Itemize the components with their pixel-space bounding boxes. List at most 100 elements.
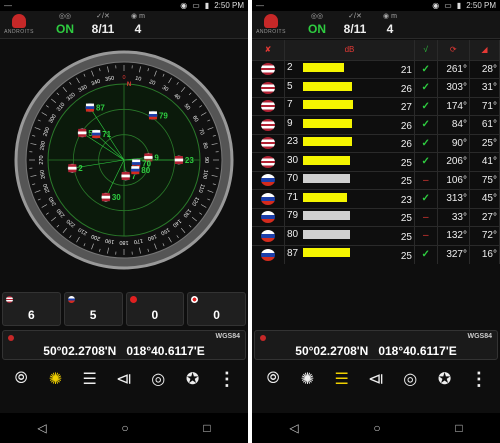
table-row[interactable]: 80 25–132° 72° bbox=[252, 226, 500, 245]
table-row[interactable]: 23 26 ✓ 90° 25° bbox=[252, 133, 500, 153]
ru-flag-icon bbox=[261, 174, 275, 187]
signal-cell: 30 25 bbox=[284, 152, 415, 171]
elevation-cell: 41° bbox=[469, 152, 500, 171]
battery-icon: ▮ bbox=[456, 1, 462, 10]
signal-list-icon[interactable]: ☰ bbox=[78, 367, 102, 391]
overflow-menu-icon[interactable]: ⋮ bbox=[215, 367, 239, 391]
logo-text: ANDROITS bbox=[256, 29, 286, 35]
compass-icon[interactable]: ⦾ bbox=[261, 367, 285, 391]
table-row[interactable]: 7 27 ✓ 174° 71° bbox=[252, 96, 500, 116]
back-icon[interactable]: ◁ bbox=[37, 421, 46, 435]
satellite-id: 23 bbox=[287, 136, 299, 148]
globe-icon[interactable]: ◎ bbox=[146, 367, 170, 391]
signal-bar bbox=[303, 118, 352, 128]
recents-icon[interactable]: □ bbox=[203, 421, 210, 435]
signal-cell: 23 26 bbox=[284, 133, 415, 153]
used-cell: ✓ bbox=[414, 244, 438, 264]
gps-status: ◎◎ ON bbox=[52, 12, 78, 36]
us-flag-icon bbox=[6, 296, 13, 303]
table-row[interactable]: 71 23 ✓ 313° 45° bbox=[252, 189, 500, 208]
degree-label: 10 bbox=[135, 76, 142, 83]
signal-bar bbox=[303, 248, 350, 258]
elevation-cell: 61° bbox=[469, 115, 500, 134]
datum-label: WGS84 bbox=[467, 333, 492, 340]
elevation-cell: 25° bbox=[469, 133, 500, 153]
signal-bar bbox=[303, 63, 344, 73]
signal-db: 26 bbox=[400, 83, 412, 95]
azimuth-cell: 303° bbox=[437, 78, 470, 97]
table-row[interactable]: 79 25–33° 27° bbox=[252, 207, 500, 227]
degree-label: 270 bbox=[39, 155, 45, 164]
overflow-menu-icon[interactable]: ⋮ bbox=[467, 367, 491, 391]
satellite-id-label: 2 bbox=[78, 164, 83, 173]
map-pin-icon[interactable]: ✪ bbox=[181, 367, 205, 391]
android-icon bbox=[264, 14, 278, 28]
signal-bar bbox=[303, 155, 350, 165]
signal-list-icon[interactable]: ☰ bbox=[330, 367, 354, 391]
signal-db: 26 bbox=[400, 120, 412, 132]
db-column-header[interactable]: dB bbox=[284, 40, 415, 60]
azimuth-cell: 132° bbox=[437, 226, 470, 245]
azimuth-column-icon[interactable]: ⟳ bbox=[437, 40, 470, 60]
azimuth-cell: 33° bbox=[437, 207, 470, 227]
used-column-header[interactable]: √ bbox=[414, 40, 438, 60]
globe-icon[interactable]: ◎ bbox=[398, 367, 422, 391]
azimuth-cell: 261° bbox=[437, 59, 470, 79]
table-row[interactable]: 87 25 ✓ 327° 16° bbox=[252, 244, 500, 264]
satellite-flag-bottom bbox=[148, 116, 157, 120]
us-flag-icon bbox=[261, 118, 275, 131]
elevation-cell: 28° bbox=[469, 59, 500, 79]
recents-icon[interactable]: □ bbox=[455, 421, 462, 435]
satellite-id: 5 bbox=[287, 80, 293, 92]
compass-icon[interactable]: ⦾ bbox=[9, 367, 33, 391]
signal-bar bbox=[303, 229, 350, 239]
home-icon[interactable]: ○ bbox=[121, 421, 128, 435]
table-row[interactable]: 9 26 ✓ 84° 61° bbox=[252, 115, 500, 134]
table-row[interactable]: 30 25 ✓ 206° 41° bbox=[252, 152, 500, 171]
bottom-toolbar: ⦾ ✺ ☰ ⧏ ◎ ✪ ⋮ bbox=[0, 364, 248, 394]
accuracy: ◉ m 4 bbox=[378, 12, 402, 36]
qzss-count: 0 bbox=[213, 308, 220, 322]
signal-bar bbox=[303, 81, 352, 91]
satellite-id-label: 71 bbox=[102, 130, 111, 139]
table-row[interactable]: 5 26 ✓ 303° 31° bbox=[252, 78, 500, 97]
table-row[interactable]: 2 21 ✓ 261° 28° bbox=[252, 59, 500, 79]
radar-view-icon[interactable]: ✺ bbox=[295, 367, 319, 391]
location-panel[interactable]: WGS84 50°02.2708'N 018°40.6117'E bbox=[2, 330, 246, 360]
satellite-flag-cell bbox=[252, 96, 285, 116]
satellite-flag-cell bbox=[252, 78, 285, 97]
elevation-cell: 16° bbox=[469, 244, 500, 264]
location-dot-icon bbox=[260, 335, 266, 341]
location-panel[interactable]: WGS84 50°02.2708'N 018°40.6117'E bbox=[254, 330, 498, 360]
satellite-id: 70 bbox=[287, 173, 299, 185]
sats-used-icon: ✓/✕ bbox=[348, 13, 362, 20]
app-logo[interactable]: ANDROITS bbox=[256, 14, 286, 36]
back-icon[interactable]: ◁ bbox=[289, 421, 298, 435]
app-logo[interactable]: ANDROITS bbox=[4, 14, 34, 36]
satellite-flag-bottom bbox=[68, 169, 77, 173]
used-check-icon: ✓ bbox=[421, 63, 430, 75]
signal-bar bbox=[303, 100, 353, 110]
satellite-flag-top bbox=[121, 171, 130, 175]
satellite-id-label: 23 bbox=[185, 156, 194, 165]
walking-icon[interactable]: ⧏ bbox=[112, 367, 136, 391]
satellite-column-icon[interactable]: ✘ bbox=[252, 40, 285, 60]
gps-count-box: 6 bbox=[2, 292, 61, 326]
walking-icon[interactable]: ⧏ bbox=[364, 367, 388, 391]
map-pin-icon[interactable]: ✪ bbox=[433, 367, 457, 391]
satellite-id: 30 bbox=[287, 154, 299, 166]
satellite-flag-cell bbox=[252, 244, 285, 264]
satellite-flag-top bbox=[92, 130, 101, 133]
ru-flag-icon bbox=[67, 296, 75, 303]
north-label: N bbox=[127, 82, 131, 88]
sats-used-icon: ✓/✕ bbox=[96, 13, 110, 20]
elevation-column-icon[interactable]: ◢ bbox=[469, 40, 500, 60]
radar-view-icon[interactable]: ✺ bbox=[43, 367, 67, 391]
table-row[interactable]: 70 25–106° 75° bbox=[252, 170, 500, 190]
satellite-id-label: 30 bbox=[112, 193, 121, 202]
gps-on-label: ON bbox=[56, 22, 74, 36]
location-dot-icon bbox=[8, 335, 14, 341]
used-check-icon: ✓ bbox=[421, 82, 430, 94]
satellite-table: ✘ dB √ ⟳ ◢ 2 21 ✓ 261° 28° 5 26 ✓ 303° 31° 7 27 ✓ 174… bbox=[252, 40, 500, 264]
home-icon[interactable]: ○ bbox=[373, 421, 380, 435]
